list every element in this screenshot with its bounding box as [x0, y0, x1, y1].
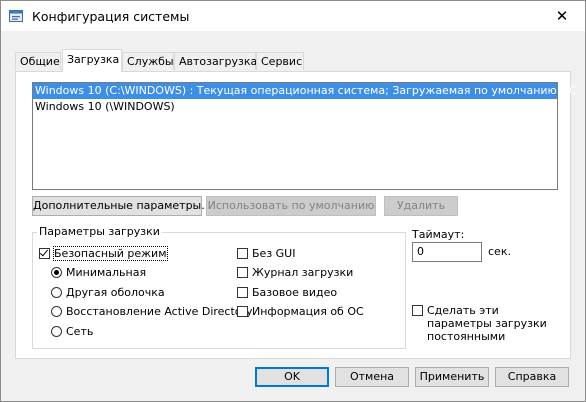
boot-options-group-title: Параметры загрузки: [37, 225, 162, 238]
safe-boot-label: Безопасный режим: [53, 246, 168, 261]
alternate-shell-radio[interactable]: Другая оболочка: [51, 285, 165, 301]
delete-button[interactable]: Удалить: [384, 196, 458, 216]
os-info-check-icon[interactable]: [237, 306, 248, 317]
alternate-shell-label: Другая оболочка: [66, 286, 165, 299]
base-video-checkbox[interactable]: Базовое видео: [237, 285, 337, 301]
make-permanent-label: Сделать эти параметры загрузки постоянны…: [427, 304, 547, 343]
network-label: Сеть: [66, 325, 94, 338]
minimal-radio[interactable]: Минимальная: [51, 265, 146, 281]
network-radio[interactable]: Сеть: [51, 324, 93, 340]
close-icon[interactable]: ✕: [539, 1, 585, 31]
no-gui-label: Без GUI: [252, 247, 296, 260]
base-video-label: Базовое видео: [252, 286, 338, 299]
boot-entry-secondary[interactable]: Windows 10 (\WINDOWS): [33, 99, 557, 115]
window-title: Конфигурация системы: [32, 9, 190, 24]
ok-button[interactable]: OK: [255, 367, 329, 387]
boot-tab-panel: Windows 10 (C:\WINDOWS) : Текущая операц…: [15, 71, 577, 359]
set-as-default-button[interactable]: Использовать по умолчанию: [206, 196, 376, 216]
tab-boot[interactable]: Загрузка: [62, 49, 122, 72]
timeout-input[interactable]: 0: [412, 242, 482, 262]
boot-log-checkbox[interactable]: Журнал загрузки: [237, 265, 353, 281]
boot-entries-list[interactable]: Windows 10 (C:\WINDOWS) : Текущая операц…: [32, 82, 577, 190]
network-radio-icon[interactable]: [51, 326, 62, 337]
system-configuration-window: Конфигурация системы ✕ Общие Загрузка Сл…: [0, 0, 586, 402]
msconfig-app-icon: [9, 10, 23, 22]
ad-repair-label: Восстановление Active Directory: [66, 305, 253, 318]
ad-repair-radio[interactable]: Восстановление Active Directory: [51, 304, 253, 320]
boot-log-label: Журнал загрузки: [252, 266, 354, 279]
no-gui-checkbox[interactable]: Без GUI: [237, 246, 295, 262]
os-info-checkbox[interactable]: Информация об ОС: [237, 304, 364, 320]
timeout-label: Таймаут:: [412, 228, 465, 241]
title-bar[interactable]: Конфигурация системы ✕: [1, 1, 585, 31]
help-button[interactable]: Справка: [495, 367, 569, 387]
safe-boot-checkbox[interactable]: Безопасный режим: [39, 246, 168, 262]
ad-repair-radio-icon[interactable]: [51, 306, 62, 317]
base-video-check-icon[interactable]: [237, 287, 248, 298]
make-permanent-checkbox[interactable]: Сделать эти параметры загрузки постоянны…: [412, 304, 562, 343]
timeout-unit-label: сек.: [488, 245, 511, 258]
boot-entry-current[interactable]: Windows 10 (C:\WINDOWS) : Текущая операц…: [33, 83, 577, 99]
os-info-label: Информация об ОС: [252, 305, 364, 318]
alternate-shell-radio-icon[interactable]: [51, 287, 62, 298]
minimal-radio-icon[interactable]: [51, 267, 62, 278]
tab-services[interactable]: Службы: [122, 52, 174, 70]
no-gui-check-icon[interactable]: [237, 248, 248, 259]
make-permanent-check-icon[interactable]: [412, 305, 423, 316]
boot-log-check-icon[interactable]: [237, 267, 248, 278]
boot-options-group: Параметры загрузки Безопасный режим Мини…: [32, 225, 406, 349]
apply-button[interactable]: Применить: [415, 367, 489, 387]
minimal-label: Минимальная: [66, 266, 147, 279]
tab-startup[interactable]: Автозагрузка: [174, 52, 257, 70]
cancel-button[interactable]: Отмена: [335, 367, 409, 387]
tab-general[interactable]: Общие: [15, 52, 61, 70]
tab-tools[interactable]: Сервис: [256, 52, 304, 70]
safe-boot-check-icon[interactable]: [39, 248, 50, 259]
advanced-options-button[interactable]: Дополнительные параметры...: [32, 196, 212, 216]
